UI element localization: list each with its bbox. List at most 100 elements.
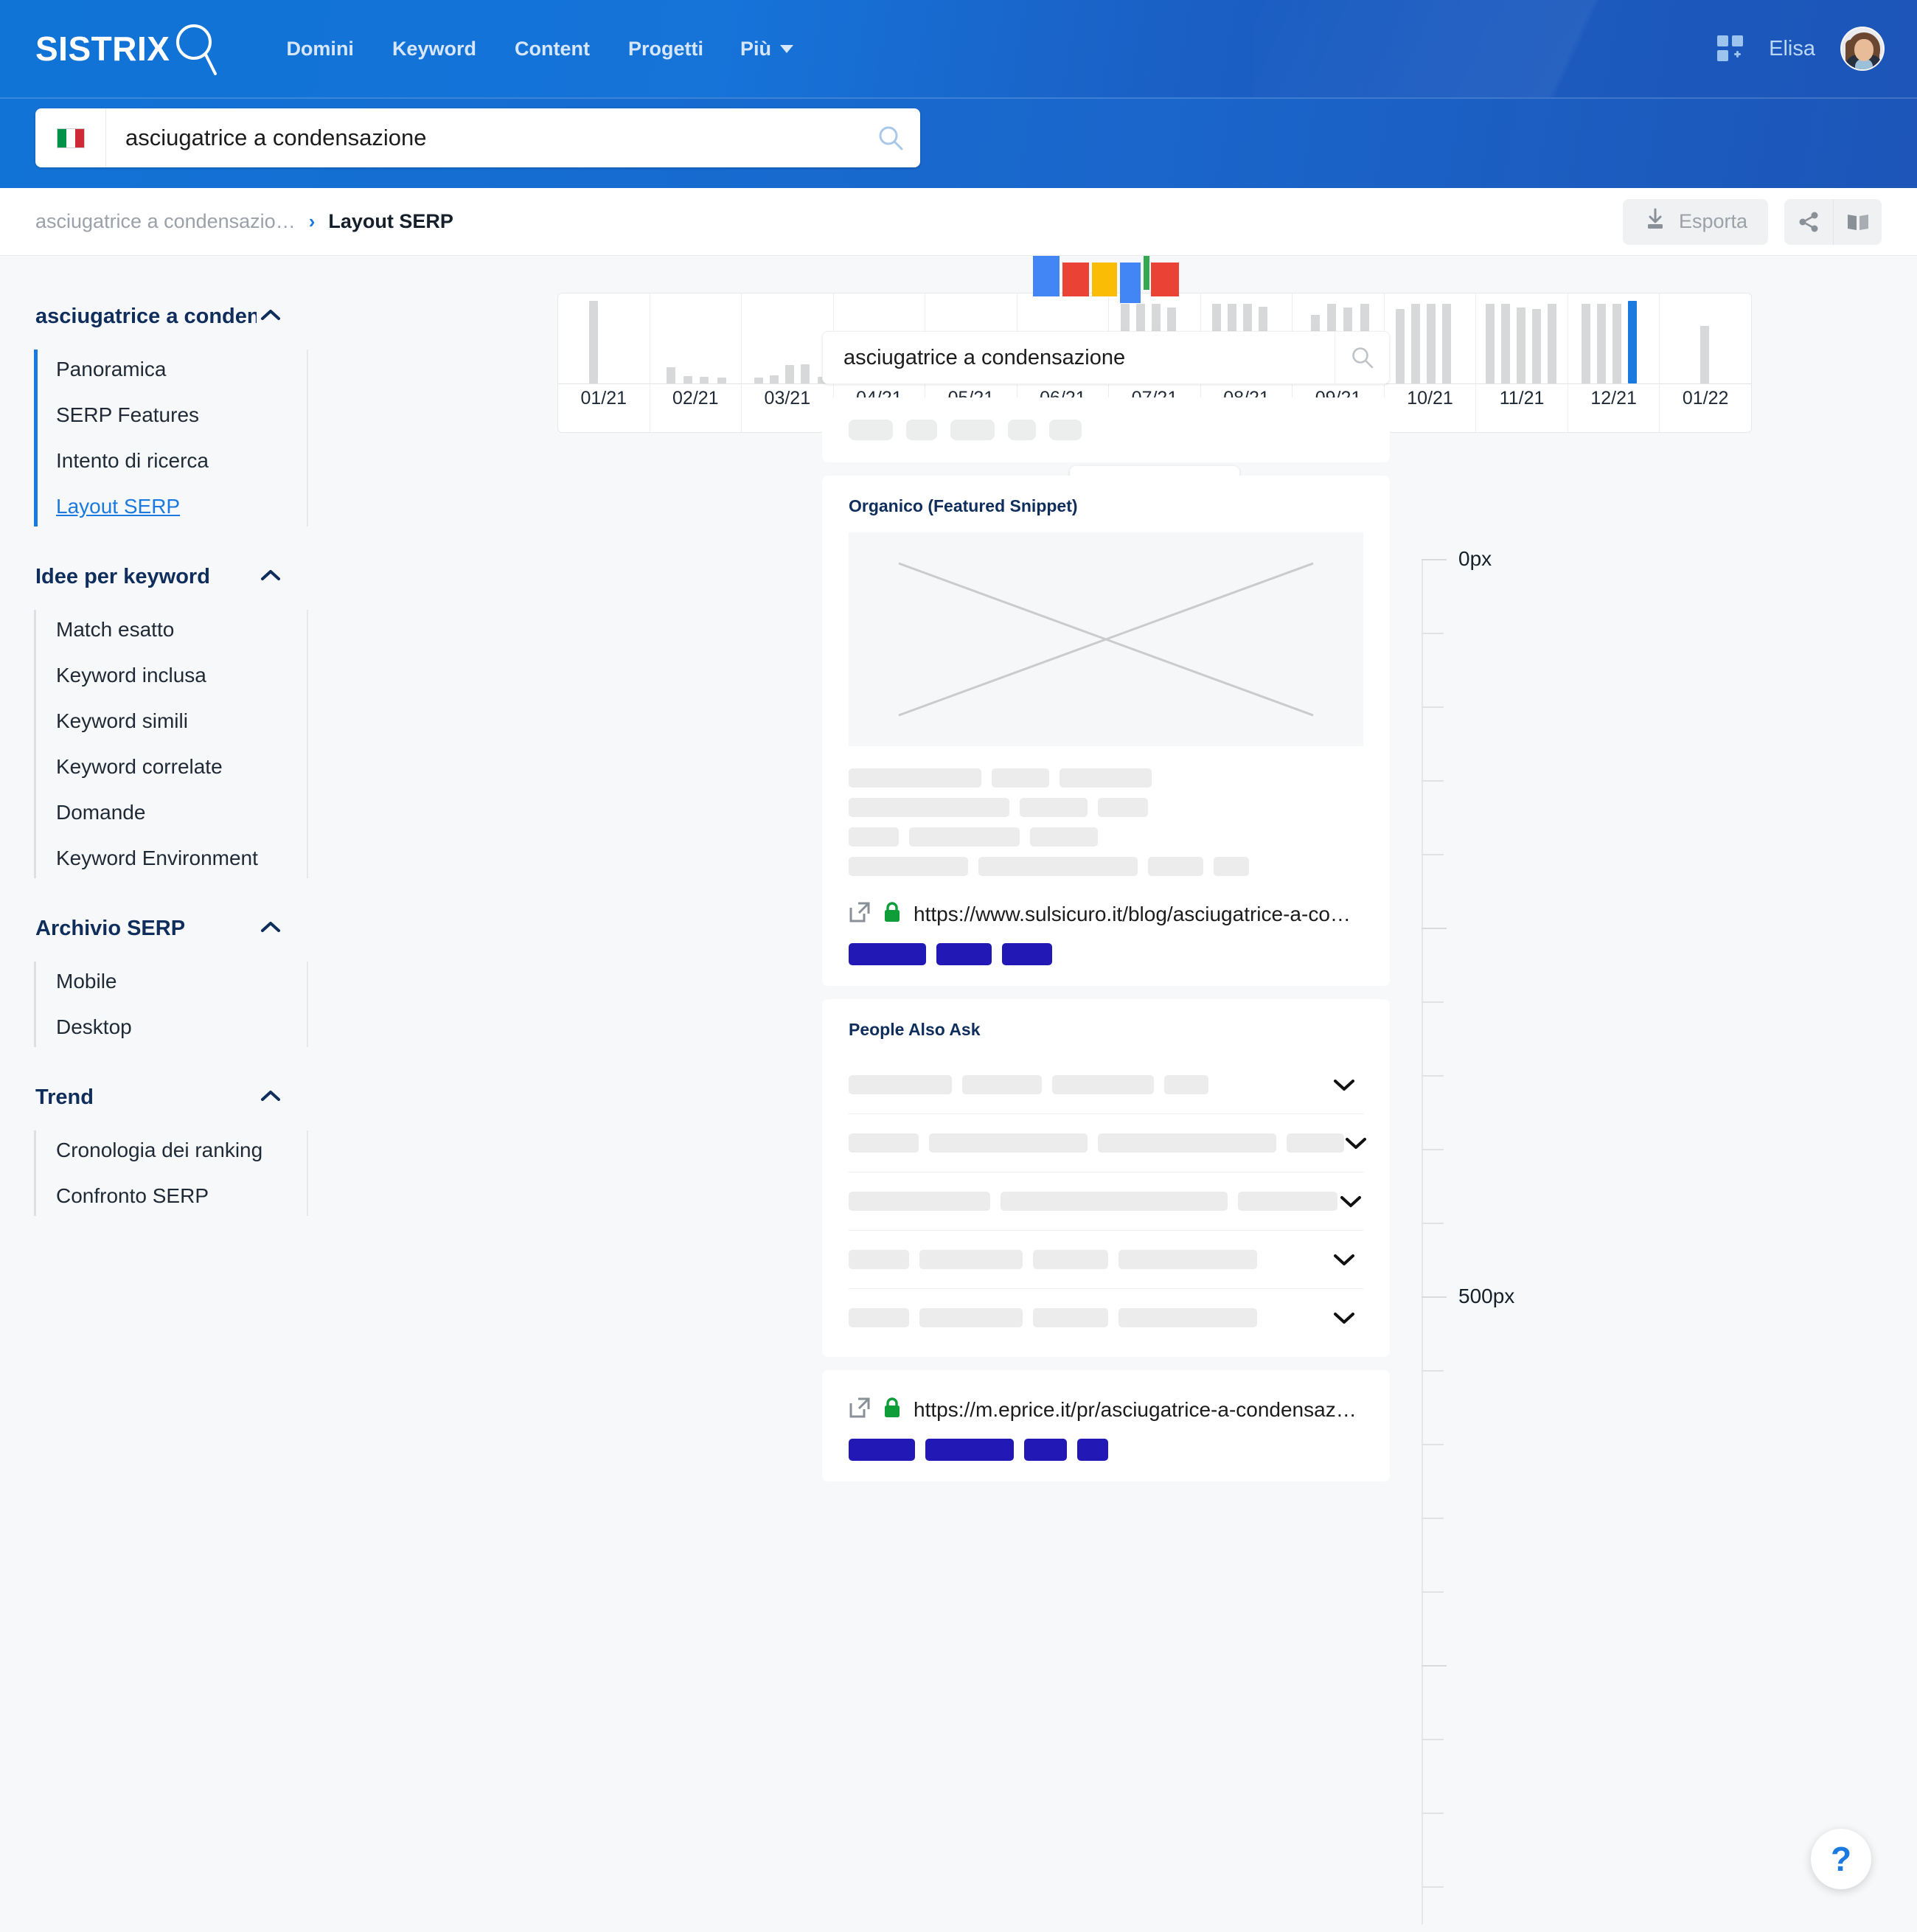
timeline-bar[interactable] xyxy=(666,366,675,383)
sidebar-item-keyword-simili[interactable]: Keyword simili xyxy=(35,698,317,744)
timeline-month-column[interactable]: 01/21 xyxy=(558,293,650,432)
sidebar-item-panoramica[interactable]: Panoramica xyxy=(35,347,317,392)
serp-block-organic-result[interactable]: https://m.eprice.it/pr/asciugatrice-a-co… xyxy=(822,1370,1390,1481)
nav-item-keyword[interactable]: Keyword xyxy=(373,30,495,68)
serp-filter-chip[interactable] xyxy=(849,420,893,440)
paa-question-row[interactable] xyxy=(849,1172,1363,1230)
sidebar-item-mobile[interactable]: Mobile xyxy=(35,959,317,1004)
search-icon[interactable] xyxy=(861,108,920,167)
timeline-month-column[interactable]: 02/21 xyxy=(650,293,742,432)
timeline-bar[interactable] xyxy=(801,364,810,383)
skeleton-text-block xyxy=(1030,827,1098,847)
timeline-bar[interactable] xyxy=(1582,304,1591,383)
timeline-bar[interactable] xyxy=(1441,304,1451,383)
sidebar-item-layout-serp[interactable]: Layout SERP xyxy=(35,484,317,529)
timeline-bar-selected[interactable] xyxy=(1628,301,1638,383)
sistrix-logo[interactable]: SISTRIX xyxy=(35,22,218,75)
sidebar-item-match-esatto[interactable]: Match esatto xyxy=(35,607,317,653)
search-input[interactable] xyxy=(125,125,861,151)
serp-block-title: Organico (Featured Snippet) xyxy=(849,496,1078,515)
sidebar-item-confronto-serp[interactable]: Confronto SERP xyxy=(35,1173,317,1219)
timeline-month-column[interactable]: 01/22 xyxy=(1660,293,1751,432)
timeline-month-column[interactable]: 12/21 xyxy=(1568,293,1660,432)
timeline-bar[interactable] xyxy=(1699,325,1709,383)
result-url-row[interactable]: https://m.eprice.it/pr/asciugatrice-a-co… xyxy=(849,1397,1363,1422)
export-button[interactable]: Esporta xyxy=(1622,198,1768,245)
sidebar-item-cronologia-dei-ranking[interactable]: Cronologia dei ranking xyxy=(35,1127,317,1173)
timeline-bar[interactable] xyxy=(1547,304,1556,383)
timeline-bar[interactable] xyxy=(683,375,693,383)
paa-question-row[interactable] xyxy=(849,1056,1363,1113)
serp-filter-chip[interactable] xyxy=(906,420,937,440)
sidebar-item-desktop[interactable]: Desktop xyxy=(35,1004,317,1050)
timeline-bar[interactable] xyxy=(589,301,598,383)
skeleton-text-block xyxy=(1020,798,1088,817)
serp-search-box[interactable]: asciugatrice a condensazione xyxy=(822,331,1390,384)
timeline-bar[interactable] xyxy=(1410,304,1420,383)
serp-filter-chip[interactable] xyxy=(1049,420,1082,440)
paa-question-row[interactable] xyxy=(849,1113,1366,1172)
chevron-up-icon[interactable] xyxy=(260,307,282,326)
sidebar-group-header-3[interactable]: Trend xyxy=(0,1072,317,1123)
sidebar-group-header-1[interactable]: Idee per keyword xyxy=(0,552,317,602)
chevron-up-icon[interactable] xyxy=(260,568,282,586)
serp-filter-chip[interactable] xyxy=(1008,420,1036,440)
share-icon[interactable] xyxy=(1784,199,1833,245)
chevron-down-icon[interactable] xyxy=(1325,1252,1363,1267)
breadcrumb-parent[interactable]: asciugatrice a condensazio… xyxy=(35,210,296,233)
timeline-bar[interactable] xyxy=(785,365,795,383)
timeline-bar[interactable] xyxy=(700,377,709,383)
nav-item-more[interactable]: Più xyxy=(723,30,811,68)
sidebar-group-items: Mobile Desktop xyxy=(0,959,317,1050)
help-button[interactable]: ? xyxy=(1811,1829,1871,1889)
timeline-month-column[interactable]: 10/21 xyxy=(1384,293,1477,432)
country-selector[interactable] xyxy=(35,108,106,167)
timeline-bar[interactable] xyxy=(1612,304,1622,383)
paa-question-row[interactable] xyxy=(849,1230,1363,1288)
nav-item-domini[interactable]: Domini xyxy=(267,30,373,68)
timeline-bar[interactable] xyxy=(1516,307,1525,383)
timeline-bar[interactable] xyxy=(717,378,726,383)
serp-filter-chip[interactable] xyxy=(950,420,995,440)
result-url[interactable]: https://m.eprice.it/pr/asciugatrice-a-co… xyxy=(914,1398,1357,1422)
timeline-bar[interactable] xyxy=(754,378,764,383)
timeline-bar[interactable] xyxy=(1485,304,1495,383)
user-name[interactable]: Elisa xyxy=(1769,37,1815,61)
sidebar-item-keyword-environment[interactable]: Keyword Environment xyxy=(35,835,317,881)
paa-question-row[interactable] xyxy=(849,1288,1363,1347)
timeline-bar[interactable] xyxy=(1531,309,1541,383)
serp-block-people-also-ask[interactable]: People Also Ask xyxy=(822,999,1390,1357)
nav-item-progetti[interactable]: Progetti xyxy=(609,30,723,68)
sidebar-item-keyword-correlate[interactable]: Keyword correlate xyxy=(35,744,317,790)
timeline-bar[interactable] xyxy=(770,375,779,383)
chevron-down-icon[interactable] xyxy=(1344,1136,1368,1150)
sidebar-item-domande[interactable]: Domande xyxy=(35,790,317,835)
sidebar-item-keyword-inclusa[interactable]: Keyword inclusa xyxy=(35,653,317,698)
timeline-bar[interactable] xyxy=(1426,304,1436,383)
chevron-up-icon[interactable] xyxy=(260,920,282,938)
sidebar-item-serp-features[interactable]: SERP Features xyxy=(35,392,317,438)
timeline-month-column[interactable]: 03/21 xyxy=(742,293,834,432)
sidebar-item-intento-di-ricerca[interactable]: Intento di ricerca xyxy=(35,438,317,484)
sidebar-group-header-2[interactable]: Archivio SERP xyxy=(0,903,317,954)
sidebar-group-header-0[interactable]: asciugatrice a condens xyxy=(0,291,317,342)
keyword-search-box[interactable] xyxy=(35,108,920,167)
timeline-bar[interactable] xyxy=(1597,304,1607,383)
chevron-down-icon[interactable] xyxy=(1337,1194,1363,1209)
nav-item-content[interactable]: Content xyxy=(495,30,609,68)
timeline-bar[interactable] xyxy=(1395,309,1405,383)
chevron-up-icon[interactable] xyxy=(260,1088,282,1107)
search-icon[interactable] xyxy=(1335,331,1389,384)
timeline-bar[interactable] xyxy=(1500,304,1510,383)
timeline-month-column[interactable]: 11/21 xyxy=(1476,293,1568,432)
chevron-down-icon[interactable] xyxy=(1325,1077,1363,1092)
result-url-row[interactable]: https://www.sulsicuro.it/blog/asciugatri… xyxy=(849,901,1363,927)
avatar[interactable] xyxy=(1840,27,1885,71)
chevron-down-icon[interactable] xyxy=(1325,1310,1363,1325)
result-url[interactable]: https://www.sulsicuro.it/blog/asciugatri… xyxy=(914,903,1351,926)
book-icon[interactable] xyxy=(1833,198,1882,245)
ruler-tick xyxy=(1422,1665,1447,1667)
serp-block-featured-snippet[interactable]: Organico (Featured Snippet) https://www.… xyxy=(822,476,1390,986)
skeleton-text-block xyxy=(1148,857,1203,876)
apps-grid-add-icon[interactable] xyxy=(1717,35,1744,62)
